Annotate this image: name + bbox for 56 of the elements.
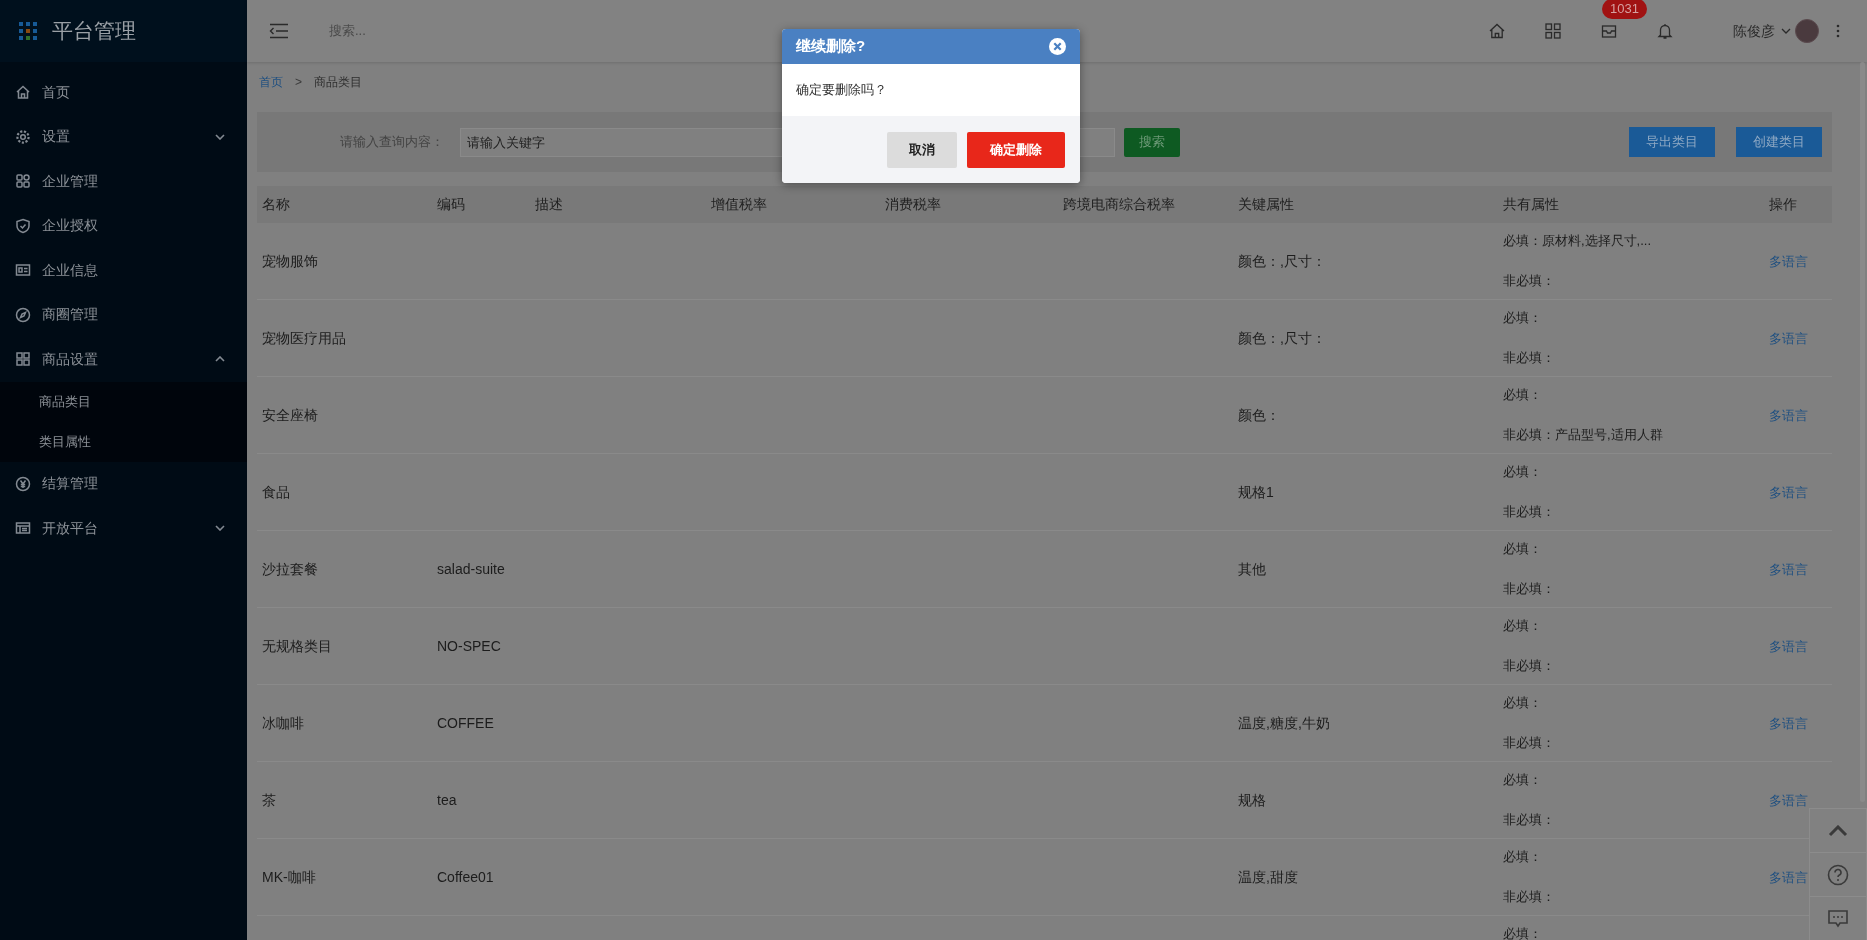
table-cell: 无规格类目	[262, 637, 332, 654]
table-cell-text: 必填：	[1503, 848, 1543, 866]
table-cell: 食品	[262, 483, 290, 500]
table-cell: 沙拉套餐	[262, 560, 318, 577]
column-header: 增值税率	[710, 195, 768, 214]
notification-badge: 1031	[1602, 0, 1647, 19]
table-cell: NO-SPEC	[437, 637, 501, 654]
table-cell-text: 必填：	[1503, 386, 1543, 404]
table-cell-text: 必填：	[1503, 925, 1543, 940]
table-cell: 规格1	[1238, 483, 1274, 500]
dialog-message: 确定要删除吗？	[796, 81, 887, 100]
table-cell-text: 非必填：	[1503, 503, 1556, 521]
table-cell: 颜色：,尺寸：	[1238, 252, 1326, 269]
table-cell-text: 非必填：产品型号,适用人群	[1503, 426, 1664, 444]
table-cell: 宠物医疗用品	[262, 329, 346, 346]
table-cell: 茶	[262, 791, 276, 808]
column-header: 共有属性	[1502, 195, 1560, 214]
table-cell-text: 非必填：	[1503, 734, 1556, 752]
table-cell-text: 必填：	[1503, 694, 1543, 712]
table-cell: Coffee01	[437, 868, 494, 885]
table-cell: 宠物服饰	[262, 252, 318, 269]
column-header: 消费税率	[884, 195, 942, 214]
table-cell-text: 必填：	[1503, 771, 1543, 789]
table-cell-text: 必填：	[1503, 617, 1543, 635]
column-header: 操作	[1768, 195, 1798, 214]
table-cell: MK-咖啡	[262, 868, 316, 885]
table-cell: 安全座椅	[262, 406, 318, 423]
column-header: 描述	[534, 195, 564, 214]
table-cell-text: 必填：	[1503, 309, 1543, 327]
table-cell: salad-suite	[437, 560, 505, 577]
table-cell: 温度,甜度	[1238, 868, 1298, 885]
table-cell: 其他	[1238, 560, 1266, 577]
breadcrumb-current: 商品类目	[314, 74, 362, 91]
table-cell-text: 非必填：	[1503, 580, 1556, 598]
column-header: 编码	[436, 195, 466, 214]
table-cell: 冰咖啡	[262, 714, 304, 731]
table-cell-text: 必填：原材料,选择尺寸,...	[1503, 232, 1653, 250]
table-cell: 温度,糖度,牛奶	[1238, 714, 1330, 731]
dialog-title: 继续删除?	[796, 36, 866, 57]
table-cell-text: 非必填：	[1503, 657, 1556, 675]
table-cell-text: 非必填：	[1503, 888, 1556, 906]
app-title: 平台管理	[52, 18, 136, 45]
table-cell: 规格	[1238, 791, 1266, 808]
table-cell-text: 非必填：	[1503, 811, 1556, 829]
table-cell: tea	[437, 791, 457, 808]
breadcrumb-separator: >	[295, 74, 302, 91]
table-cell-text: 必填：	[1503, 540, 1543, 558]
column-header: 跨境电商综合税率	[1062, 195, 1176, 214]
table-cell: 颜色：,尺寸：	[1238, 329, 1326, 346]
table-cell-text: 非必填：	[1503, 349, 1556, 367]
column-header: 关键属性	[1237, 195, 1295, 214]
table-cell: 颜色：	[1238, 406, 1280, 423]
column-header: 名称	[261, 195, 291, 214]
table-cell-text: 必填：	[1503, 463, 1543, 481]
table-cell-text: 非必填：	[1503, 272, 1556, 290]
table-cell: COFFEE	[437, 714, 494, 731]
